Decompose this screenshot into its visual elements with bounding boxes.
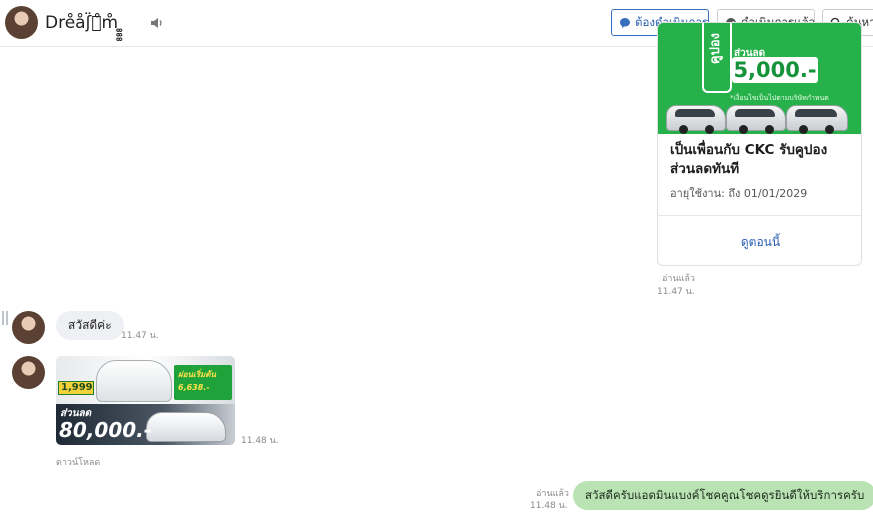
download-link[interactable]: ดาวน์โหลด bbox=[56, 457, 100, 469]
promo-image-message[interactable]: 1,999 ผ่อนเริ่มต้น 6,638.- ส่วนลด 80,000… bbox=[56, 356, 235, 445]
price-tag: 1,999 bbox=[58, 381, 94, 395]
message-time: 11.47 น. bbox=[121, 331, 159, 341]
coupon-card-image[interactable]: คูปอง ส่วนลด 5,000.- *เงื่อนไขเป็นไปตามบ… bbox=[658, 23, 861, 134]
speaker-icon[interactable] bbox=[150, 16, 164, 30]
message-time: 11.47 น. bbox=[657, 287, 695, 297]
car-image bbox=[146, 412, 226, 442]
contact-name[interactable]: Dre̊åʃ̈ᄋ̊m̊ ͚͚͚ bbox=[45, 13, 123, 33]
read-receipt: อ่านแล้ว bbox=[662, 274, 695, 284]
coupon-side-label: คูปอง bbox=[702, 23, 732, 93]
discount-value: 5,000.- bbox=[732, 57, 818, 83]
coupon-card-validity: อายุใช้งาน: ถึง 01/01/2029 bbox=[670, 187, 808, 200]
outgoing-message-bubble[interactable]: สวัสดีครับแอดมินแบงค์โชคคูณโชคดูรยินดีให… bbox=[573, 481, 873, 510]
drag-handle-icon[interactable] bbox=[2, 311, 8, 325]
contact-avatar[interactable] bbox=[12, 311, 45, 344]
coupon-card-title: เป็นเพื่อนกับ CKC รับคูปองส่วนลดทันที bbox=[670, 142, 828, 177]
car-image bbox=[726, 105, 786, 134]
car-image bbox=[96, 360, 172, 402]
contact-avatar[interactable] bbox=[5, 6, 38, 39]
promo-save-value: 80,000.- bbox=[59, 418, 153, 442]
message-time: 11.48 น. bbox=[530, 501, 568, 511]
contact-avatar[interactable] bbox=[12, 356, 45, 389]
read-receipt: อ่านแล้ว bbox=[536, 489, 569, 499]
view-now-link[interactable]: ดูตอนนี้ bbox=[658, 233, 861, 252]
todo-icon bbox=[620, 17, 630, 28]
installment-badge: ผ่อนเริ่มต้น 6,638.- bbox=[174, 365, 232, 400]
divider bbox=[658, 215, 861, 216]
coupon-card[interactable]: คูปอง ส่วนลด 5,000.- *เงื่อนไขเป็นไปตามบ… bbox=[657, 22, 862, 266]
coupon-note: *เงื่อนไขเป็นไปตามบริษัทกำหนด bbox=[730, 94, 829, 102]
message-time: 11.48 น. bbox=[241, 436, 279, 446]
incoming-message-bubble[interactable]: สวัสดีค่ะ bbox=[56, 311, 124, 340]
car-image bbox=[786, 105, 848, 134]
car-image bbox=[666, 105, 726, 134]
